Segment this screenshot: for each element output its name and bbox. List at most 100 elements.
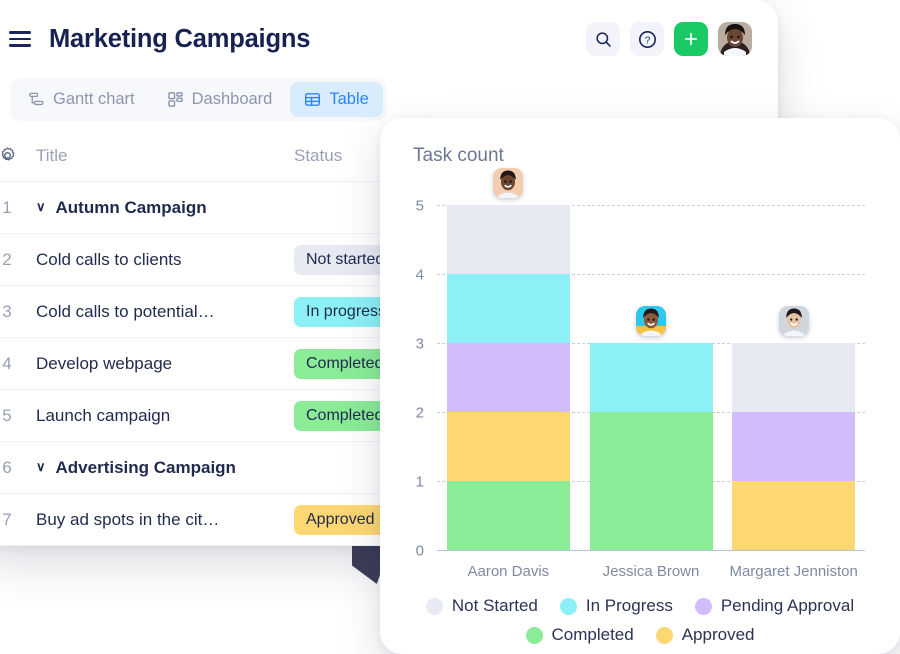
plus-icon [684,32,698,46]
x-axis-label: Jessica Brown [602,563,700,580]
legend-item[interactable]: Completed [525,625,634,645]
row-number: 7 [2,509,12,529]
legend-label: In Progress [585,596,673,615]
bar-segment[interactable] [446,205,570,274]
avatar-image [636,306,666,336]
chart-plot-area: 0 1 2 3 4 5 [416,168,865,560]
bar-avatar[interactable] [636,306,666,336]
task-title[interactable]: Cold calls to clients [36,250,294,270]
y-axis-tick-label: 1 [415,473,424,491]
task-title-text: Launch campaign [36,405,171,425]
bar-segment[interactable] [446,481,570,550]
screen: Marketing Campaigns ? Gantt chart Dashbo… [0,0,900,654]
y-axis-tick-label: 2 [415,404,424,422]
chart-bar[interactable] [732,306,856,550]
header-actions: ? [586,22,752,56]
group-row-title[interactable]: ∨ Advertising Campaign [36,458,294,478]
chart-panel: Task count 0 1 2 3 4 5 Aaron Davis Jessica Bro… [380,118,900,654]
chart-legend: Not Started In Progress Pending Approval C… [408,596,872,654]
row-number: 4 [2,353,12,373]
bar-segment[interactable] [446,412,570,481]
page-title: Marketing Campaigns [49,24,311,53]
legend-swatch [694,597,712,615]
legend-row-top: Not Started In Progress Pending Approval [408,596,872,616]
avatar-image [778,306,809,336]
legend-swatch [525,626,543,644]
column-header-title[interactable]: Title [36,146,294,166]
legend-label: Approved [681,625,755,644]
svg-text:?: ? [644,35,650,46]
bar-segment[interactable] [589,343,713,412]
bar-avatar[interactable] [493,168,524,198]
table-settings-button[interactable] [0,146,36,165]
legend-item[interactable]: Not Started [425,596,538,616]
bar-segment[interactable] [446,343,570,412]
avatar[interactable] [718,22,752,56]
legend-row-bottom: Completed Approved [408,625,872,645]
search-icon [595,31,611,47]
search-button[interactable] [586,22,620,56]
help-button[interactable]: ? [630,22,664,56]
tab-label: Dashboard [191,90,273,108]
tab-dashboard[interactable]: Dashboard [153,82,287,117]
legend-label: Not Started [451,596,538,615]
y-axis-tick-label: 0 [415,542,424,560]
y-axis-tick-label: 4 [415,266,424,284]
question-circle-icon: ? [638,30,656,48]
y-axis-tick-label: 5 [415,197,424,215]
legend-item[interactable]: Approved [655,625,755,645]
x-axis-label: Aaron Davis [467,563,550,580]
hamburger-icon[interactable] [9,31,31,47]
bar-segment[interactable] [446,274,570,343]
task-title-text: Autumn Campaign [55,197,207,217]
add-button[interactable] [674,22,708,56]
task-title-text: Advertising Campaign [55,457,236,477]
gear-icon [1,147,14,161]
user-avatar-image [718,22,752,56]
row-number: 5 [2,405,12,425]
x-axis-label: Margaret Jenniston [729,563,858,580]
group-row-title[interactable]: ∨ Autumn Campaign [36,198,294,218]
status-badge[interactable]: Approved [294,504,387,535]
y-axis-tick-label: 3 [415,335,424,353]
tab-label: Gantt chart [53,90,135,108]
task-title-text: Develop webpage [36,353,173,373]
bar-segment[interactable] [732,343,856,412]
view-tabs: Gantt chart Dashboard Table [10,78,387,121]
row-number: 1 [2,197,12,217]
task-title[interactable]: Cold calls to potential… [36,302,294,322]
table-icon [305,93,321,106]
dashboard-grid-icon [167,92,183,107]
legend-item[interactable]: In Progress [559,596,673,616]
bar-segment[interactable] [732,412,856,481]
row-number: 3 [2,301,12,321]
chart-bar[interactable] [589,306,713,550]
bar-segment[interactable] [589,412,713,550]
tab-gantt-chart[interactable]: Gantt chart [14,82,149,117]
app-header: Marketing Campaigns ? [0,0,778,78]
task-title[interactable]: Launch campaign [36,406,294,426]
task-title-text: Cold calls to clients [36,249,182,269]
row-number: 6 [2,457,12,477]
task-title-text: Cold calls to potential… [36,301,215,321]
task-title[interactable]: Develop webpage [36,354,294,374]
chevron-down-icon[interactable]: ∨ [36,200,46,213]
chart-bar[interactable] [446,168,570,550]
legend-swatch [559,597,577,615]
task-title-text: Buy ad spots in the cit… [36,509,220,529]
row-number: 2 [2,249,12,269]
bar-avatar[interactable] [778,306,809,336]
gantt-icon [29,92,44,106]
tab-label: Table [329,90,369,108]
legend-label: Completed [551,625,634,644]
legend-swatch [655,626,673,644]
bar-segment[interactable] [732,481,856,550]
chart-x-axis-labels: Aaron Davis Jessica Brown Margaret Jennist… [437,563,865,580]
task-title[interactable]: Buy ad spots in the cit… [36,510,294,530]
avatar-image [493,168,524,198]
tab-table[interactable]: Table [290,82,383,117]
chevron-down-icon[interactable]: ∨ [36,460,46,473]
grid-line: 0 [416,543,865,560]
legend-item[interactable]: Pending Approval [694,596,854,616]
chart-title: Task count [413,145,504,166]
